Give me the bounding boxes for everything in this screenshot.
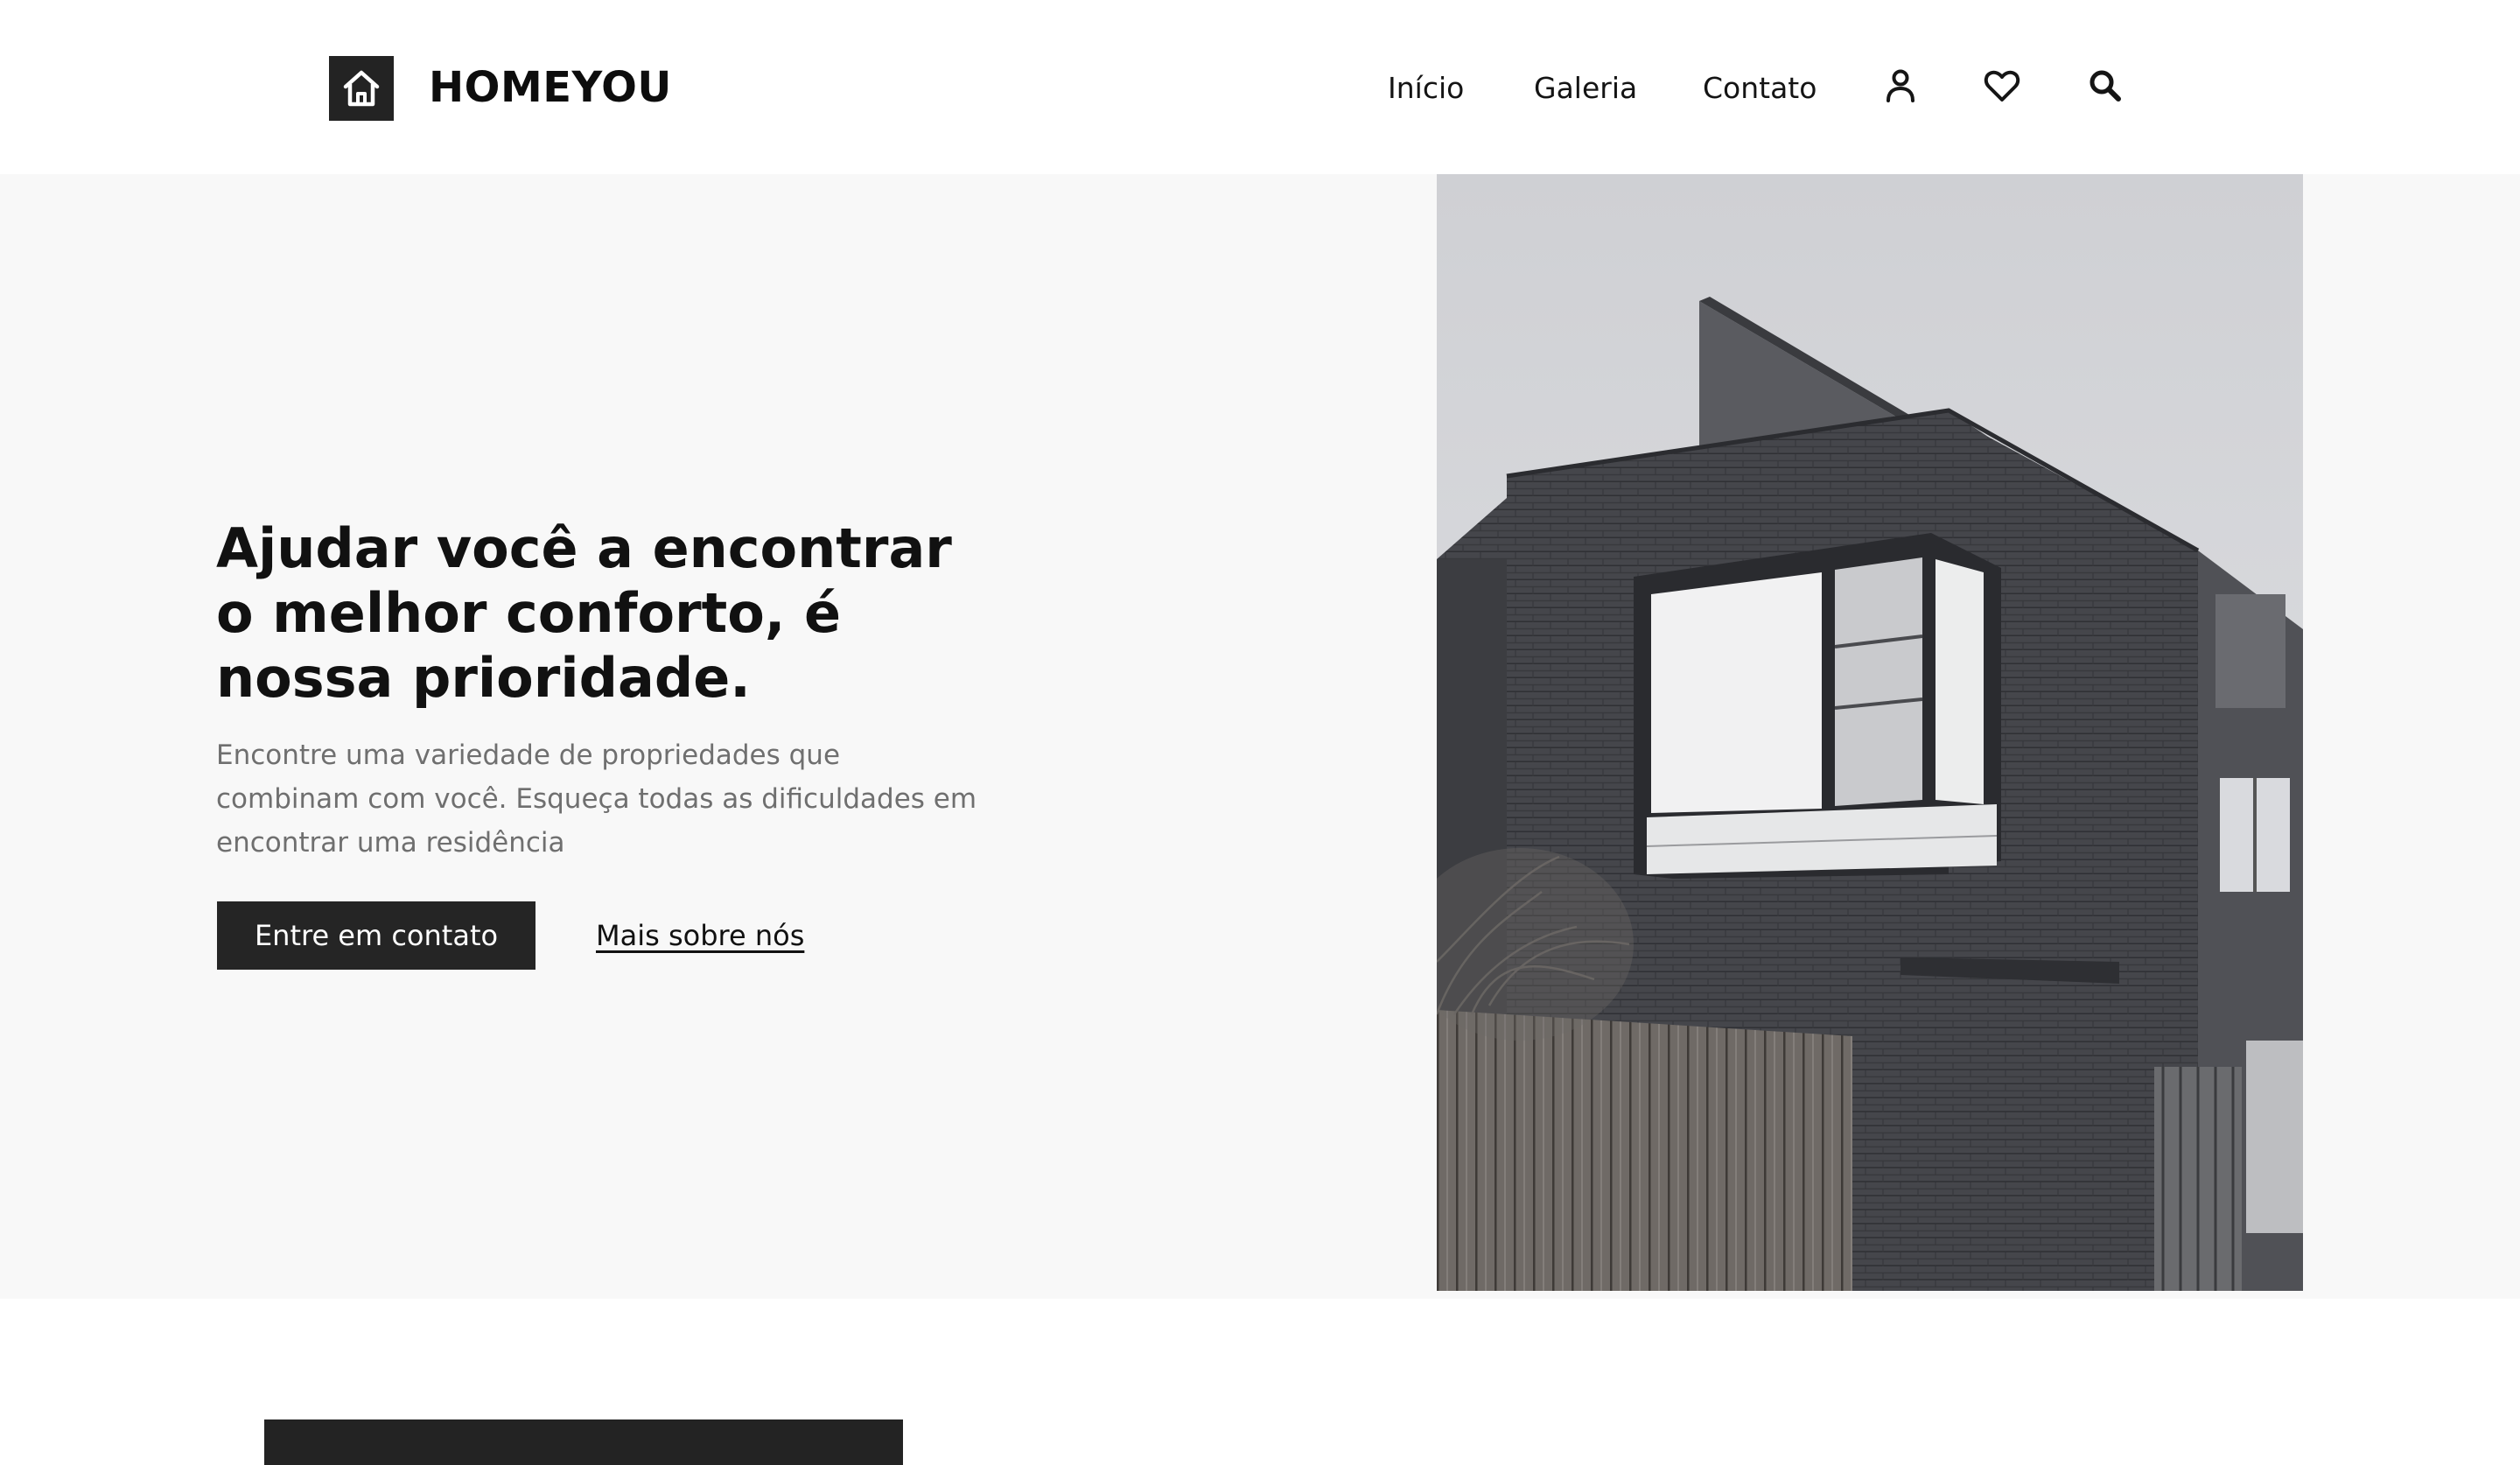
user-icon[interactable] [1880,65,1922,107]
main-nav: Início Galeria Contato [0,67,2520,110]
hero-title: Ajudar você a encontrar o melhor confort… [216,516,952,710]
search-icon[interactable] [2084,65,2126,107]
hero-description: Encontre uma variedade de propriedades q… [216,740,977,859]
about-link[interactable]: Mais sobre nós [596,915,804,957]
house-photo [1437,174,2303,1291]
contact-button[interactable]: Entre em contato [217,901,536,970]
nav-inicio[interactable]: Início [1388,67,1464,110]
nav-galeria[interactable]: Galeria [1534,67,1637,110]
nav-contato[interactable]: Contato [1703,67,1816,110]
section-image-block [264,1419,903,1465]
site-header: HOMEYOU Início Galeria Contato [0,0,2520,174]
heart-icon[interactable] [1981,65,2023,107]
